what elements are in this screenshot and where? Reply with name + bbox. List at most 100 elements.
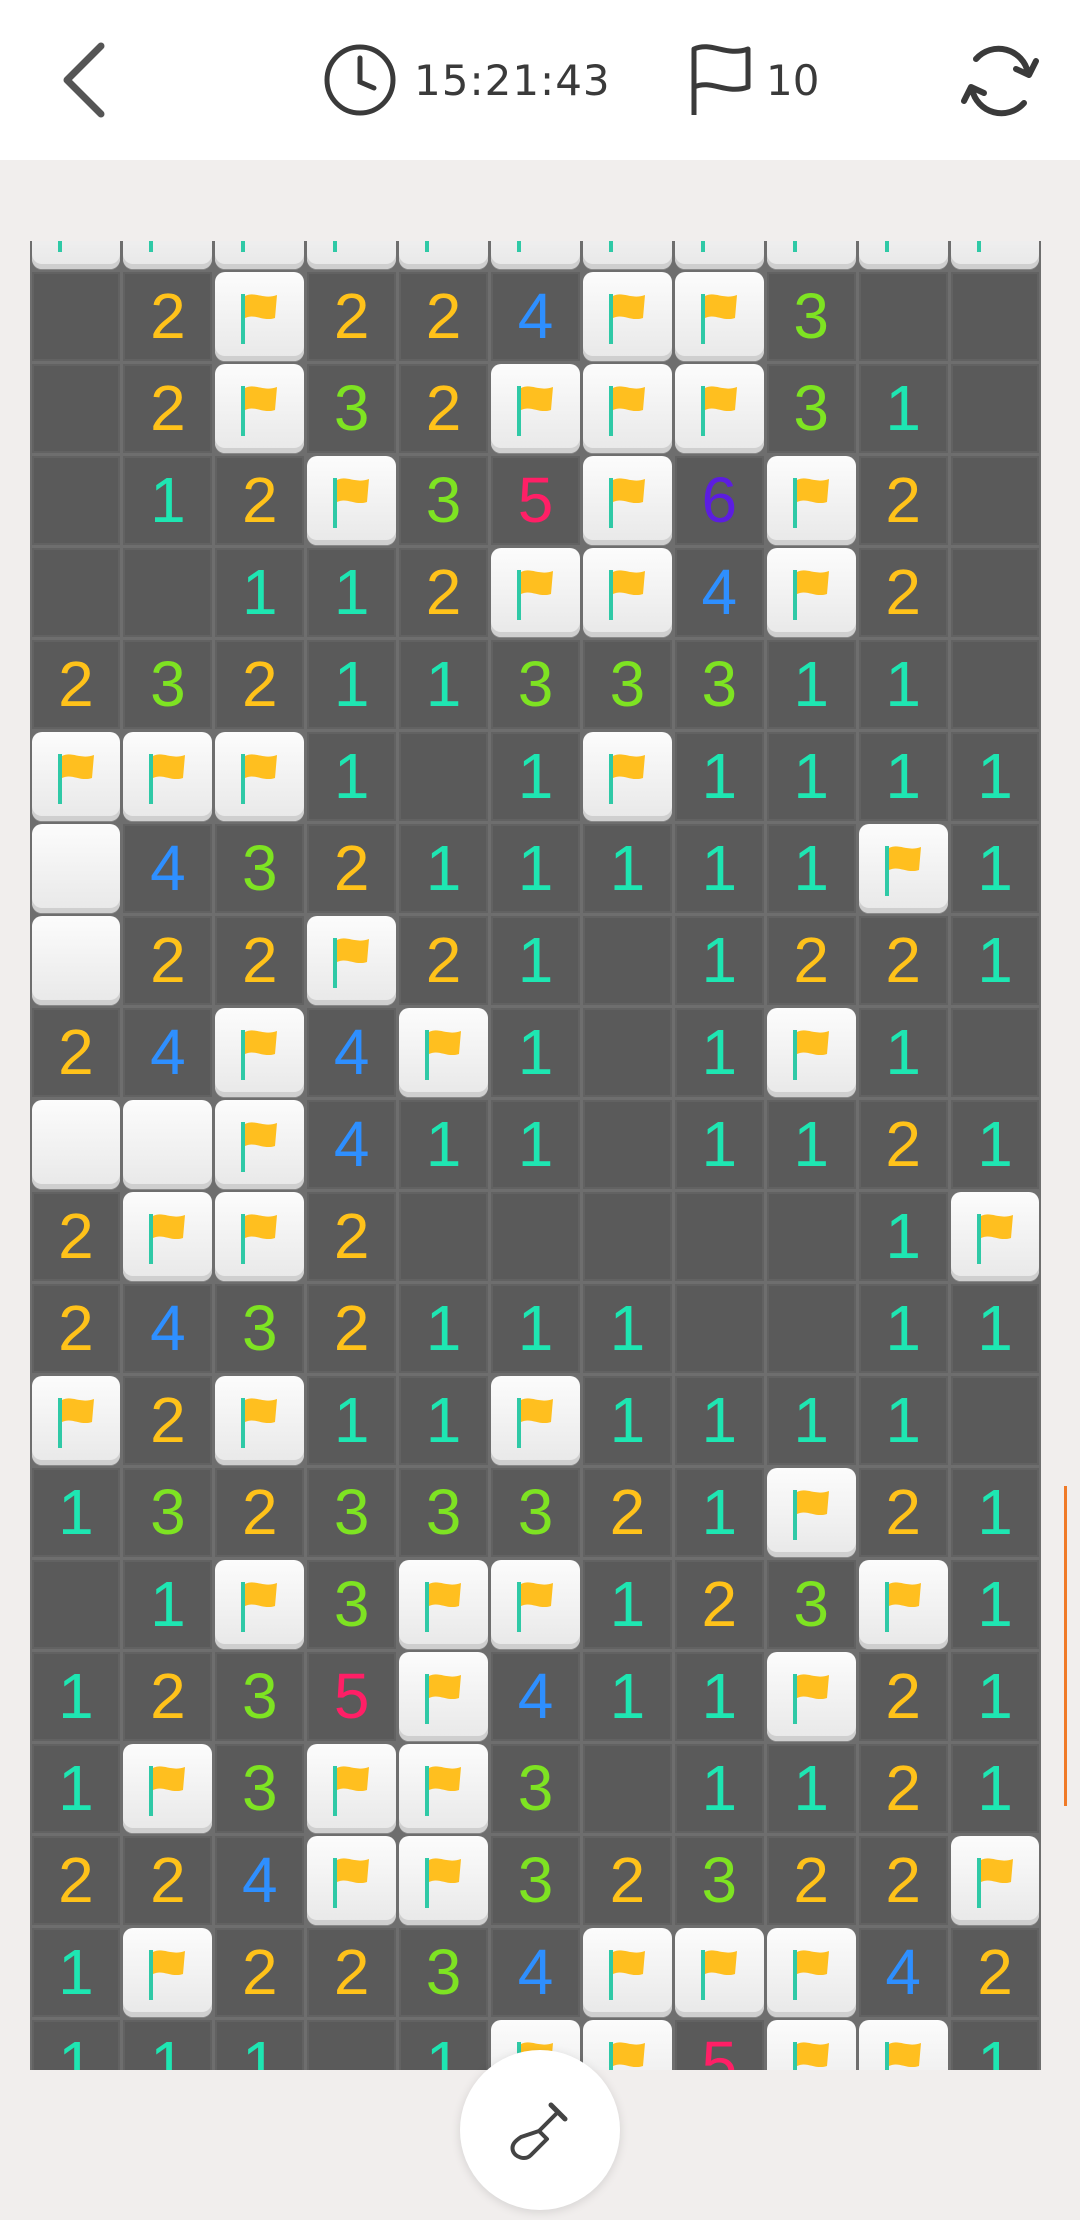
- number-cell[interactable]: 3: [491, 1835, 580, 1925]
- flagged-cell[interactable]: [950, 1835, 1040, 1925]
- number-cell[interactable]: 1: [307, 731, 397, 821]
- number-cell[interactable]: 1: [491, 1283, 580, 1373]
- number-cell[interactable]: 2: [399, 363, 489, 453]
- flagged-cell[interactable]: [215, 731, 305, 821]
- number-cell[interactable]: 1: [582, 1283, 672, 1373]
- number-cell[interactable]: 1: [215, 2019, 305, 2070]
- flagged-cell[interactable]: [31, 1375, 121, 1465]
- flagged-cell[interactable]: [674, 271, 764, 361]
- scroll-indicator[interactable]: [1064, 1486, 1067, 1806]
- number-cell[interactable]: 3: [215, 1743, 305, 1833]
- number-cell[interactable]: 3: [766, 363, 856, 453]
- flagged-cell[interactable]: [766, 547, 856, 637]
- flagged-cell[interactable]: [491, 1375, 580, 1465]
- number-cell[interactable]: 2: [31, 639, 121, 729]
- number-cell[interactable]: 2: [123, 363, 213, 453]
- number-cell[interactable]: 3: [215, 1283, 305, 1373]
- empty-cell[interactable]: [307, 2019, 397, 2070]
- number-cell[interactable]: 3: [307, 363, 397, 453]
- empty-cell[interactable]: [399, 1191, 489, 1281]
- number-cell[interactable]: 1: [582, 1651, 672, 1741]
- number-cell[interactable]: 3: [399, 455, 489, 545]
- number-cell[interactable]: 2: [674, 1559, 764, 1649]
- flagged-cell[interactable]: [31, 731, 121, 821]
- number-cell[interactable]: 1: [766, 1743, 856, 1833]
- number-cell[interactable]: 2: [31, 1007, 121, 1097]
- flagged-cell[interactable]: [950, 241, 1040, 269]
- number-cell[interactable]: 1: [399, 1283, 489, 1373]
- dig-mode-button[interactable]: [460, 2050, 620, 2210]
- empty-cell[interactable]: [123, 547, 213, 637]
- number-cell[interactable]: 1: [674, 1007, 764, 1097]
- number-cell[interactable]: 1: [399, 1099, 489, 1189]
- number-cell[interactable]: 1: [123, 455, 213, 545]
- number-cell[interactable]: 2: [123, 1651, 213, 1741]
- flagged-cell[interactable]: [307, 1743, 397, 1833]
- empty-cell[interactable]: [950, 639, 1040, 729]
- number-cell[interactable]: 1: [858, 1007, 948, 1097]
- flagged-cell[interactable]: [399, 1007, 489, 1097]
- number-cell[interactable]: 1: [491, 823, 580, 913]
- number-cell[interactable]: 1: [31, 1927, 121, 2017]
- number-cell[interactable]: 3: [582, 639, 672, 729]
- number-cell[interactable]: 2: [858, 455, 948, 545]
- flagged-cell[interactable]: [582, 731, 672, 821]
- number-cell[interactable]: 3: [123, 1467, 213, 1557]
- number-cell[interactable]: 4: [307, 1007, 397, 1097]
- number-cell[interactable]: 1: [491, 1007, 580, 1097]
- number-cell[interactable]: 1: [491, 915, 580, 1005]
- number-cell[interactable]: 6: [674, 455, 764, 545]
- number-cell[interactable]: 1: [950, 1283, 1040, 1373]
- number-cell[interactable]: 1: [491, 731, 580, 821]
- flagged-cell[interactable]: [858, 823, 948, 913]
- empty-cell[interactable]: [950, 363, 1040, 453]
- number-cell[interactable]: 2: [766, 915, 856, 1005]
- number-cell[interactable]: 2: [31, 1191, 121, 1281]
- flagged-cell[interactable]: [766, 1007, 856, 1097]
- number-cell[interactable]: 3: [123, 639, 213, 729]
- number-cell[interactable]: 1: [674, 915, 764, 1005]
- number-cell[interactable]: 3: [399, 1467, 489, 1557]
- number-cell[interactable]: 2: [215, 915, 305, 1005]
- flagged-cell[interactable]: [123, 731, 213, 821]
- number-cell[interactable]: 1: [31, 1651, 121, 1741]
- empty-cell[interactable]: [950, 1375, 1040, 1465]
- number-cell[interactable]: 1: [858, 1283, 948, 1373]
- number-cell[interactable]: 3: [215, 823, 305, 913]
- number-cell[interactable]: 1: [674, 1375, 764, 1465]
- flagged-cell[interactable]: [950, 1191, 1040, 1281]
- empty-cell[interactable]: [31, 547, 121, 637]
- number-cell[interactable]: 1: [31, 1467, 121, 1557]
- number-cell[interactable]: 1: [766, 1375, 856, 1465]
- number-cell[interactable]: 1: [950, 1743, 1040, 1833]
- number-cell[interactable]: 4: [123, 1283, 213, 1373]
- number-cell[interactable]: 3: [491, 1743, 580, 1833]
- number-cell[interactable]: 5: [307, 1651, 397, 1741]
- number-cell[interactable]: 1: [215, 547, 305, 637]
- number-cell[interactable]: 1: [582, 823, 672, 913]
- number-cell[interactable]: 5: [491, 455, 580, 545]
- number-cell[interactable]: 1: [674, 823, 764, 913]
- flagged-cell[interactable]: [215, 1375, 305, 1465]
- covered-cell[interactable]: [31, 823, 121, 913]
- number-cell[interactable]: 1: [582, 1559, 672, 1649]
- number-cell[interactable]: 1: [950, 731, 1040, 821]
- flagged-cell[interactable]: [766, 1467, 856, 1557]
- number-cell[interactable]: 3: [766, 1559, 856, 1649]
- empty-cell[interactable]: [31, 271, 121, 361]
- number-cell[interactable]: 2: [582, 1467, 672, 1557]
- number-cell[interactable]: 2: [950, 1927, 1040, 2017]
- number-cell[interactable]: 2: [123, 1835, 213, 1925]
- flagged-cell[interactable]: [582, 547, 672, 637]
- flagged-cell[interactable]: [858, 1559, 948, 1649]
- number-cell[interactable]: 1: [399, 823, 489, 913]
- number-cell[interactable]: 1: [858, 1375, 948, 1465]
- number-cell[interactable]: 3: [215, 1651, 305, 1741]
- number-cell[interactable]: 5: [674, 2019, 764, 2070]
- number-cell[interactable]: 2: [858, 1099, 948, 1189]
- number-cell[interactable]: 2: [399, 547, 489, 637]
- number-cell[interactable]: 2: [858, 1651, 948, 1741]
- number-cell[interactable]: 3: [491, 1467, 580, 1557]
- empty-cell[interactable]: [950, 271, 1040, 361]
- number-cell[interactable]: 2: [307, 1927, 397, 2017]
